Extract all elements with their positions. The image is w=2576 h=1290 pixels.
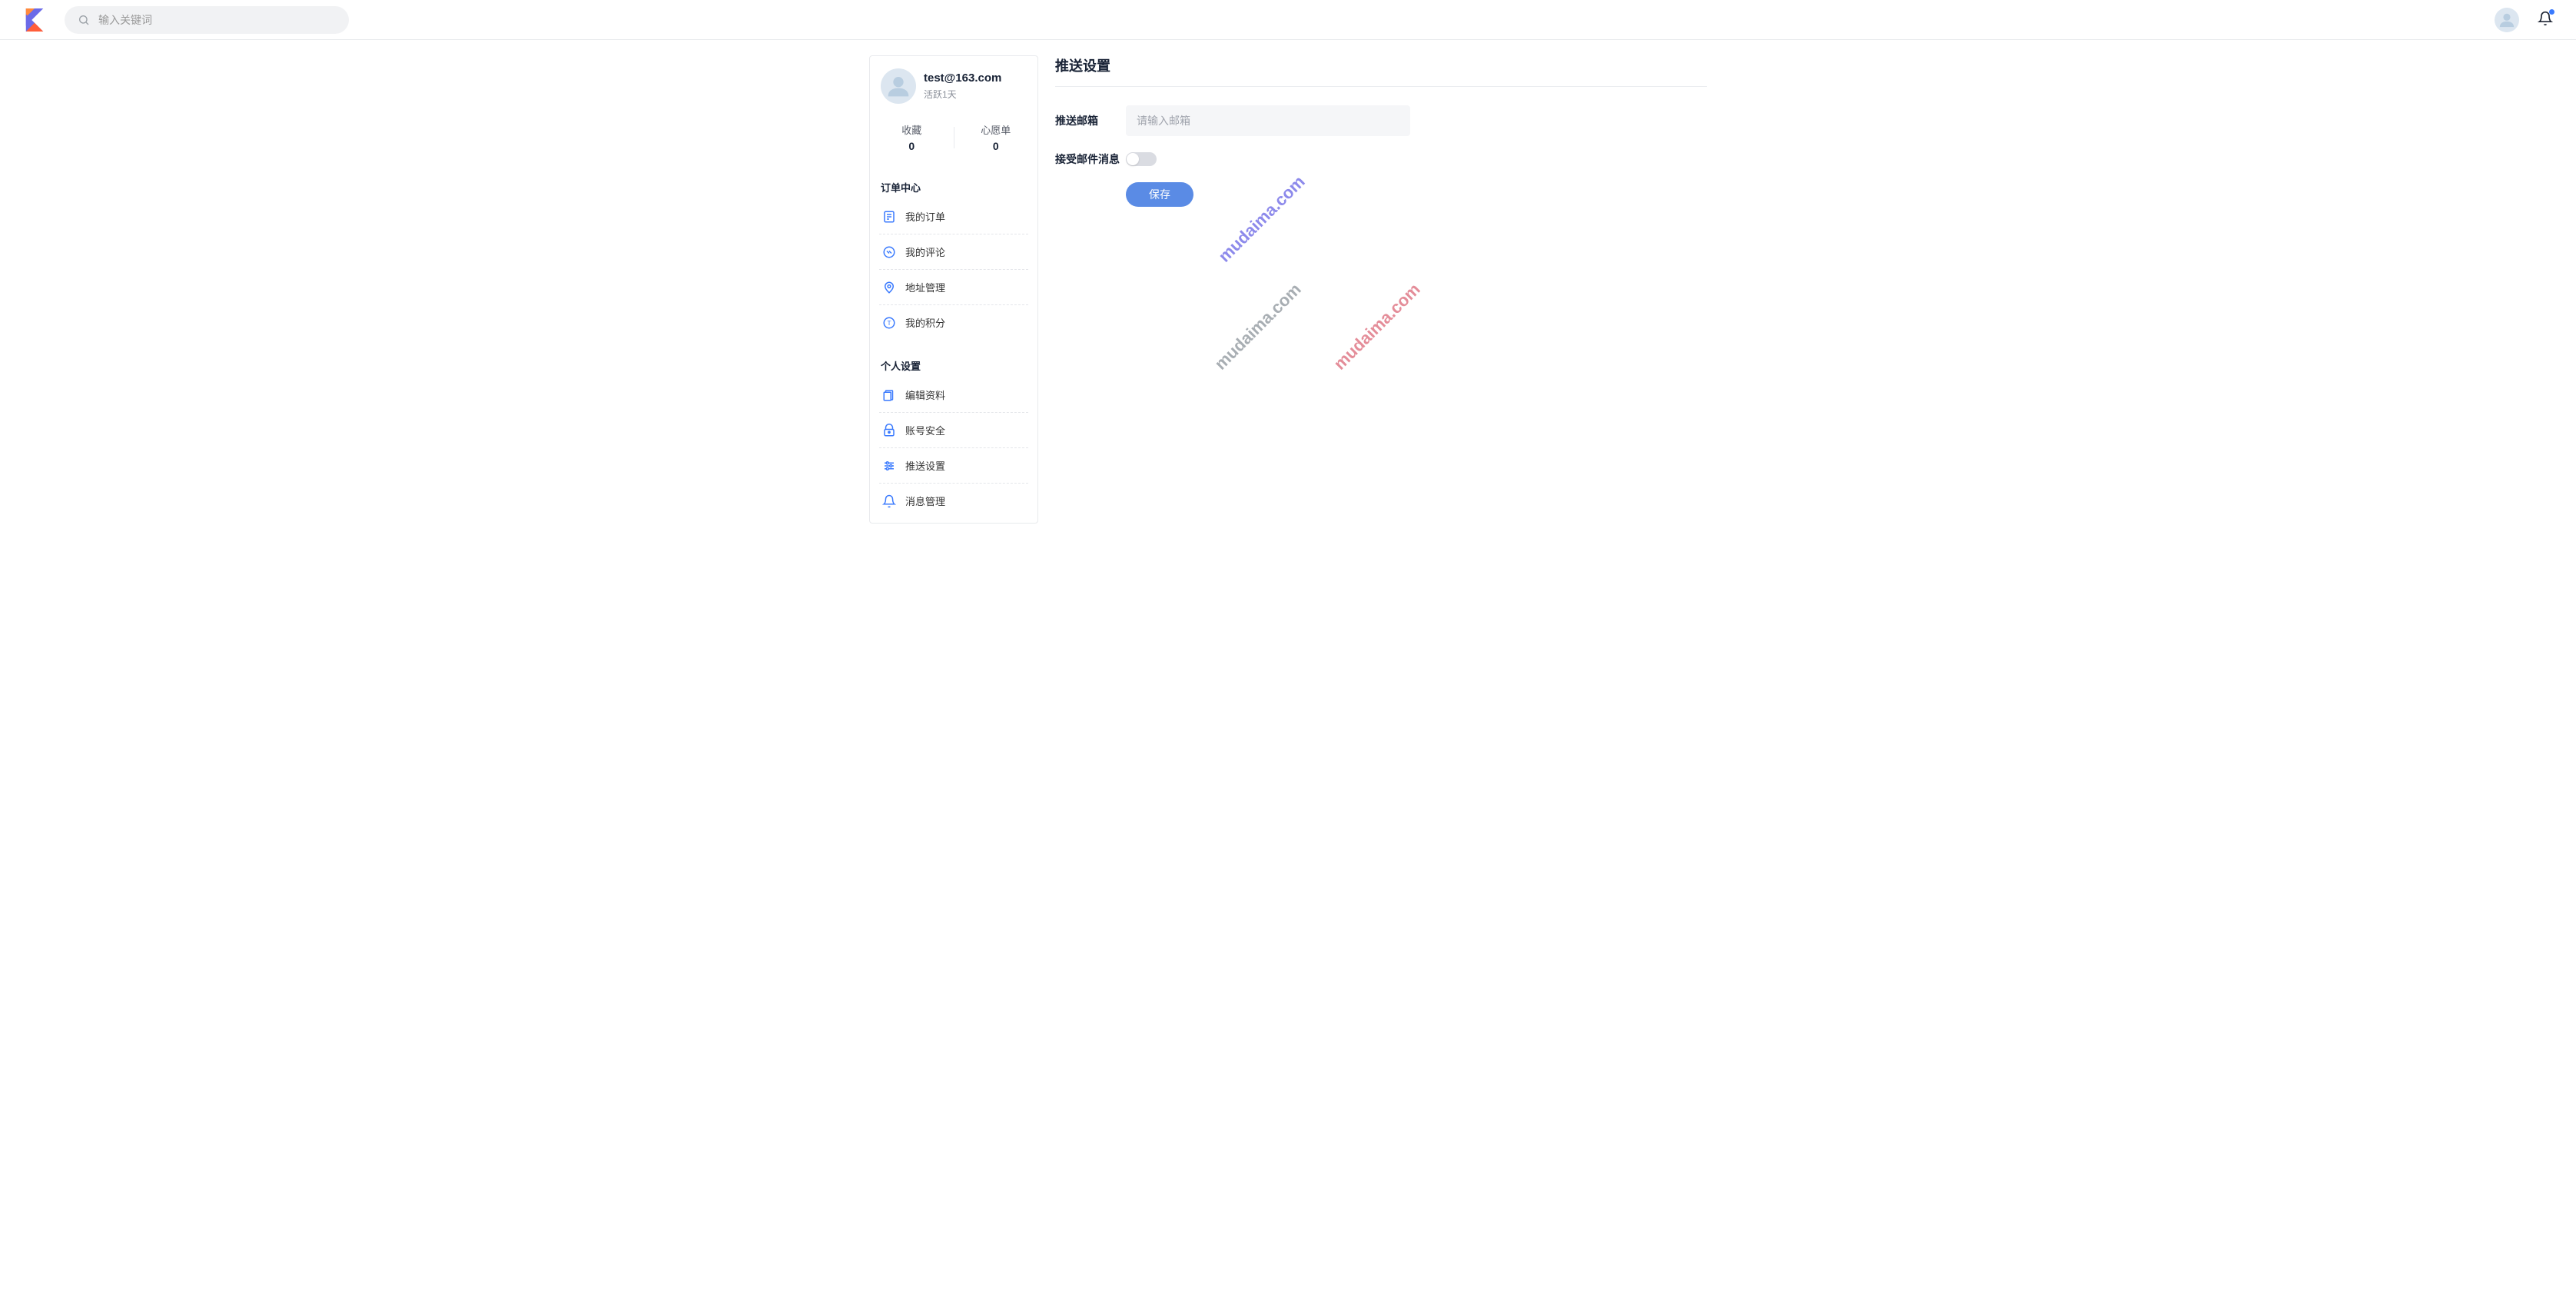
sidebar-item-label: 消息管理 [905, 494, 945, 508]
sidebar: test@163.com 活跃1天 收藏 0 心愿单 0 订单中心 我的订单 [869, 55, 1038, 524]
sliders-icon [882, 459, 896, 473]
sidebar-item-label: 账号安全 [905, 423, 945, 437]
form-row-email: 推送邮箱 [1055, 105, 1707, 136]
sidebar-section-orders: 订单中心 我的订单 我的评论 地址管理 T 我的积分 [870, 166, 1037, 344]
sidebar-item-profile[interactable]: 编辑资料 [879, 377, 1028, 413]
watermark: mudaima.com [1210, 280, 1305, 374]
main-content: 推送设置 推送邮箱 接受邮件消息 保存 mudaima.com mudaima.… [1055, 55, 1707, 524]
svg-text:T: T [887, 320, 891, 327]
profile-stats: 收藏 0 心愿单 0 [870, 115, 1037, 166]
sidebar-item-message[interactable]: 消息管理 [879, 484, 1028, 518]
profile-avatar [881, 68, 916, 104]
notification-dot [2549, 9, 2554, 15]
form-row-accept: 接受邮件消息 [1055, 151, 1707, 167]
comments-icon [882, 245, 896, 259]
sidebar-item-label: 我的积分 [905, 315, 945, 330]
bell-outline-icon [882, 494, 896, 508]
sidebar-item-security[interactable]: 账号安全 [879, 413, 1028, 448]
stat-wishlist[interactable]: 心愿单 0 [954, 122, 1038, 152]
sidebar-item-label: 我的评论 [905, 244, 945, 259]
search-icon [77, 13, 91, 27]
sidebar-item-comments[interactable]: 我的评论 [879, 234, 1028, 270]
sidebar-item-label: 推送设置 [905, 458, 945, 473]
profile-edit-icon [882, 388, 896, 402]
accept-toggle[interactable] [1126, 152, 1157, 166]
stat-favorites[interactable]: 收藏 0 [870, 122, 954, 152]
lock-icon [882, 424, 896, 437]
user-avatar[interactable] [2495, 8, 2519, 32]
sidebar-item-push[interactable]: 推送设置 [879, 448, 1028, 484]
sidebar-item-label: 地址管理 [905, 280, 945, 294]
section-title-orders: 订单中心 [879, 174, 1028, 199]
search-box[interactable] [65, 6, 349, 34]
sidebar-item-label: 我的订单 [905, 209, 945, 224]
sidebar-section-settings: 个人设置 编辑资料 账号安全 推送设置 消息管理 [870, 344, 1037, 523]
points-icon: T [882, 316, 896, 330]
section-title-settings: 个人设置 [879, 352, 1028, 377]
save-button[interactable]: 保存 [1126, 182, 1193, 207]
orders-icon [882, 210, 896, 224]
address-icon [882, 281, 896, 294]
profile-header: test@163.com 活跃1天 [870, 56, 1037, 115]
sidebar-item-points[interactable]: T 我的积分 [879, 305, 1028, 340]
header [0, 0, 2576, 40]
profile-name: test@163.com [924, 71, 1001, 85]
search-input[interactable] [98, 14, 337, 26]
sidebar-item-label: 编辑资料 [905, 387, 945, 402]
watermark: mudaima.com [1214, 172, 1309, 267]
page-title: 推送设置 [1055, 55, 1707, 87]
email-label: 推送邮箱 [1055, 113, 1126, 128]
accept-label: 接受邮件消息 [1055, 151, 1126, 167]
app-logo[interactable] [23, 8, 46, 32]
toggle-knob [1127, 153, 1139, 165]
sidebar-item-address[interactable]: 地址管理 [879, 270, 1028, 305]
watermark: mudaima.com [1329, 280, 1424, 374]
notifications-button[interactable] [2538, 11, 2553, 28]
email-input[interactable] [1126, 105, 1410, 136]
sidebar-item-orders[interactable]: 我的订单 [879, 199, 1028, 234]
profile-activity: 活跃1天 [924, 88, 1001, 101]
